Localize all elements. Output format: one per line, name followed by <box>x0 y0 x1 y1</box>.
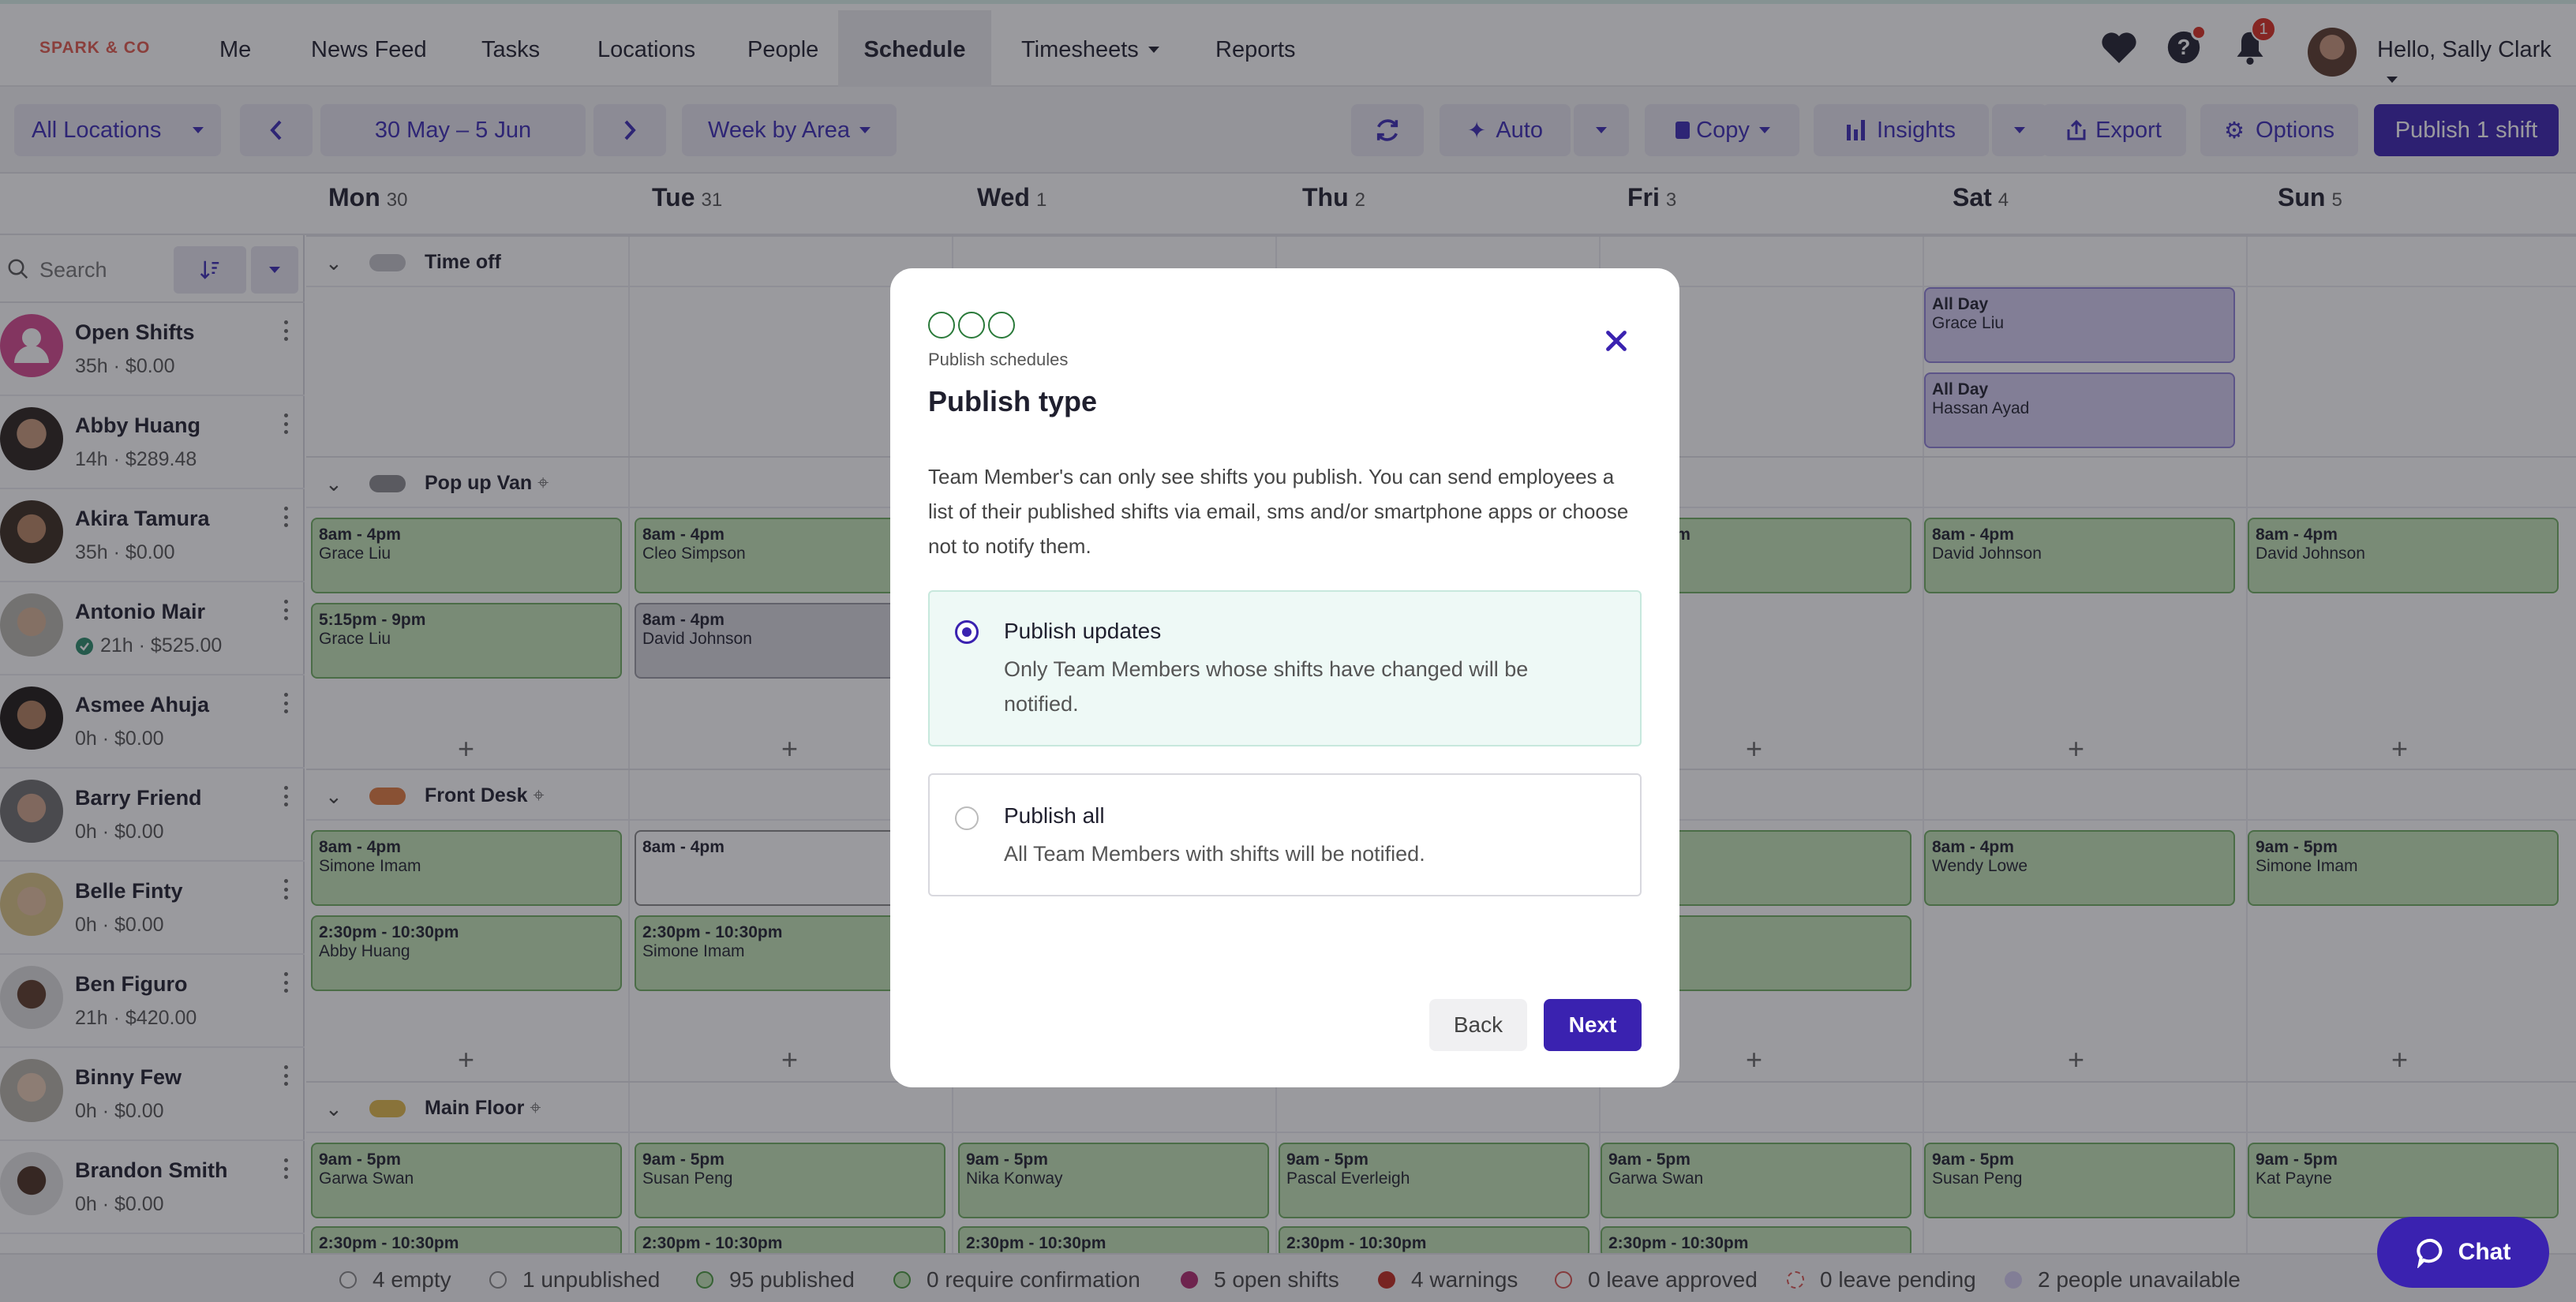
next-button[interactable]: Next <box>1544 999 1642 1051</box>
option-publish-updates[interactable]: Publish updates Only Team Members whose … <box>928 590 1642 746</box>
radio-publish-updates[interactable] <box>955 620 979 644</box>
modal-title: Publish type <box>928 385 1098 417</box>
option-title: Publish all <box>1004 803 1105 828</box>
chat-label: Chat <box>2458 1239 2511 1265</box>
close-button[interactable] <box>1593 317 1640 365</box>
option-publish-all[interactable]: Publish all All Team Members with shifts… <box>928 773 1642 896</box>
step-circle-icon <box>988 312 1015 339</box>
step-circle-icon <box>958 312 985 339</box>
option-description: Only Team Members whose shifts have chan… <box>1004 657 1529 716</box>
chat-bubble-icon <box>2417 1238 2443 1268</box>
modal-description: Team Member's can only see shifts you pu… <box>928 465 1629 558</box>
modal-eyebrow: Publish schedules <box>928 350 1069 369</box>
close-icon <box>1606 331 1627 351</box>
radio-publish-all[interactable] <box>955 806 979 830</box>
step-indicator <box>928 312 1015 339</box>
option-title: Publish updates <box>1004 619 1162 643</box>
back-button[interactable]: Back <box>1429 999 1527 1051</box>
option-description: All Team Members with shifts will be not… <box>1004 842 1425 866</box>
publish-modal: Publish schedules Publish type Team Memb… <box>890 268 1679 1087</box>
chat-button[interactable]: Chat <box>2377 1217 2549 1288</box>
step-circle-icon <box>928 312 955 339</box>
